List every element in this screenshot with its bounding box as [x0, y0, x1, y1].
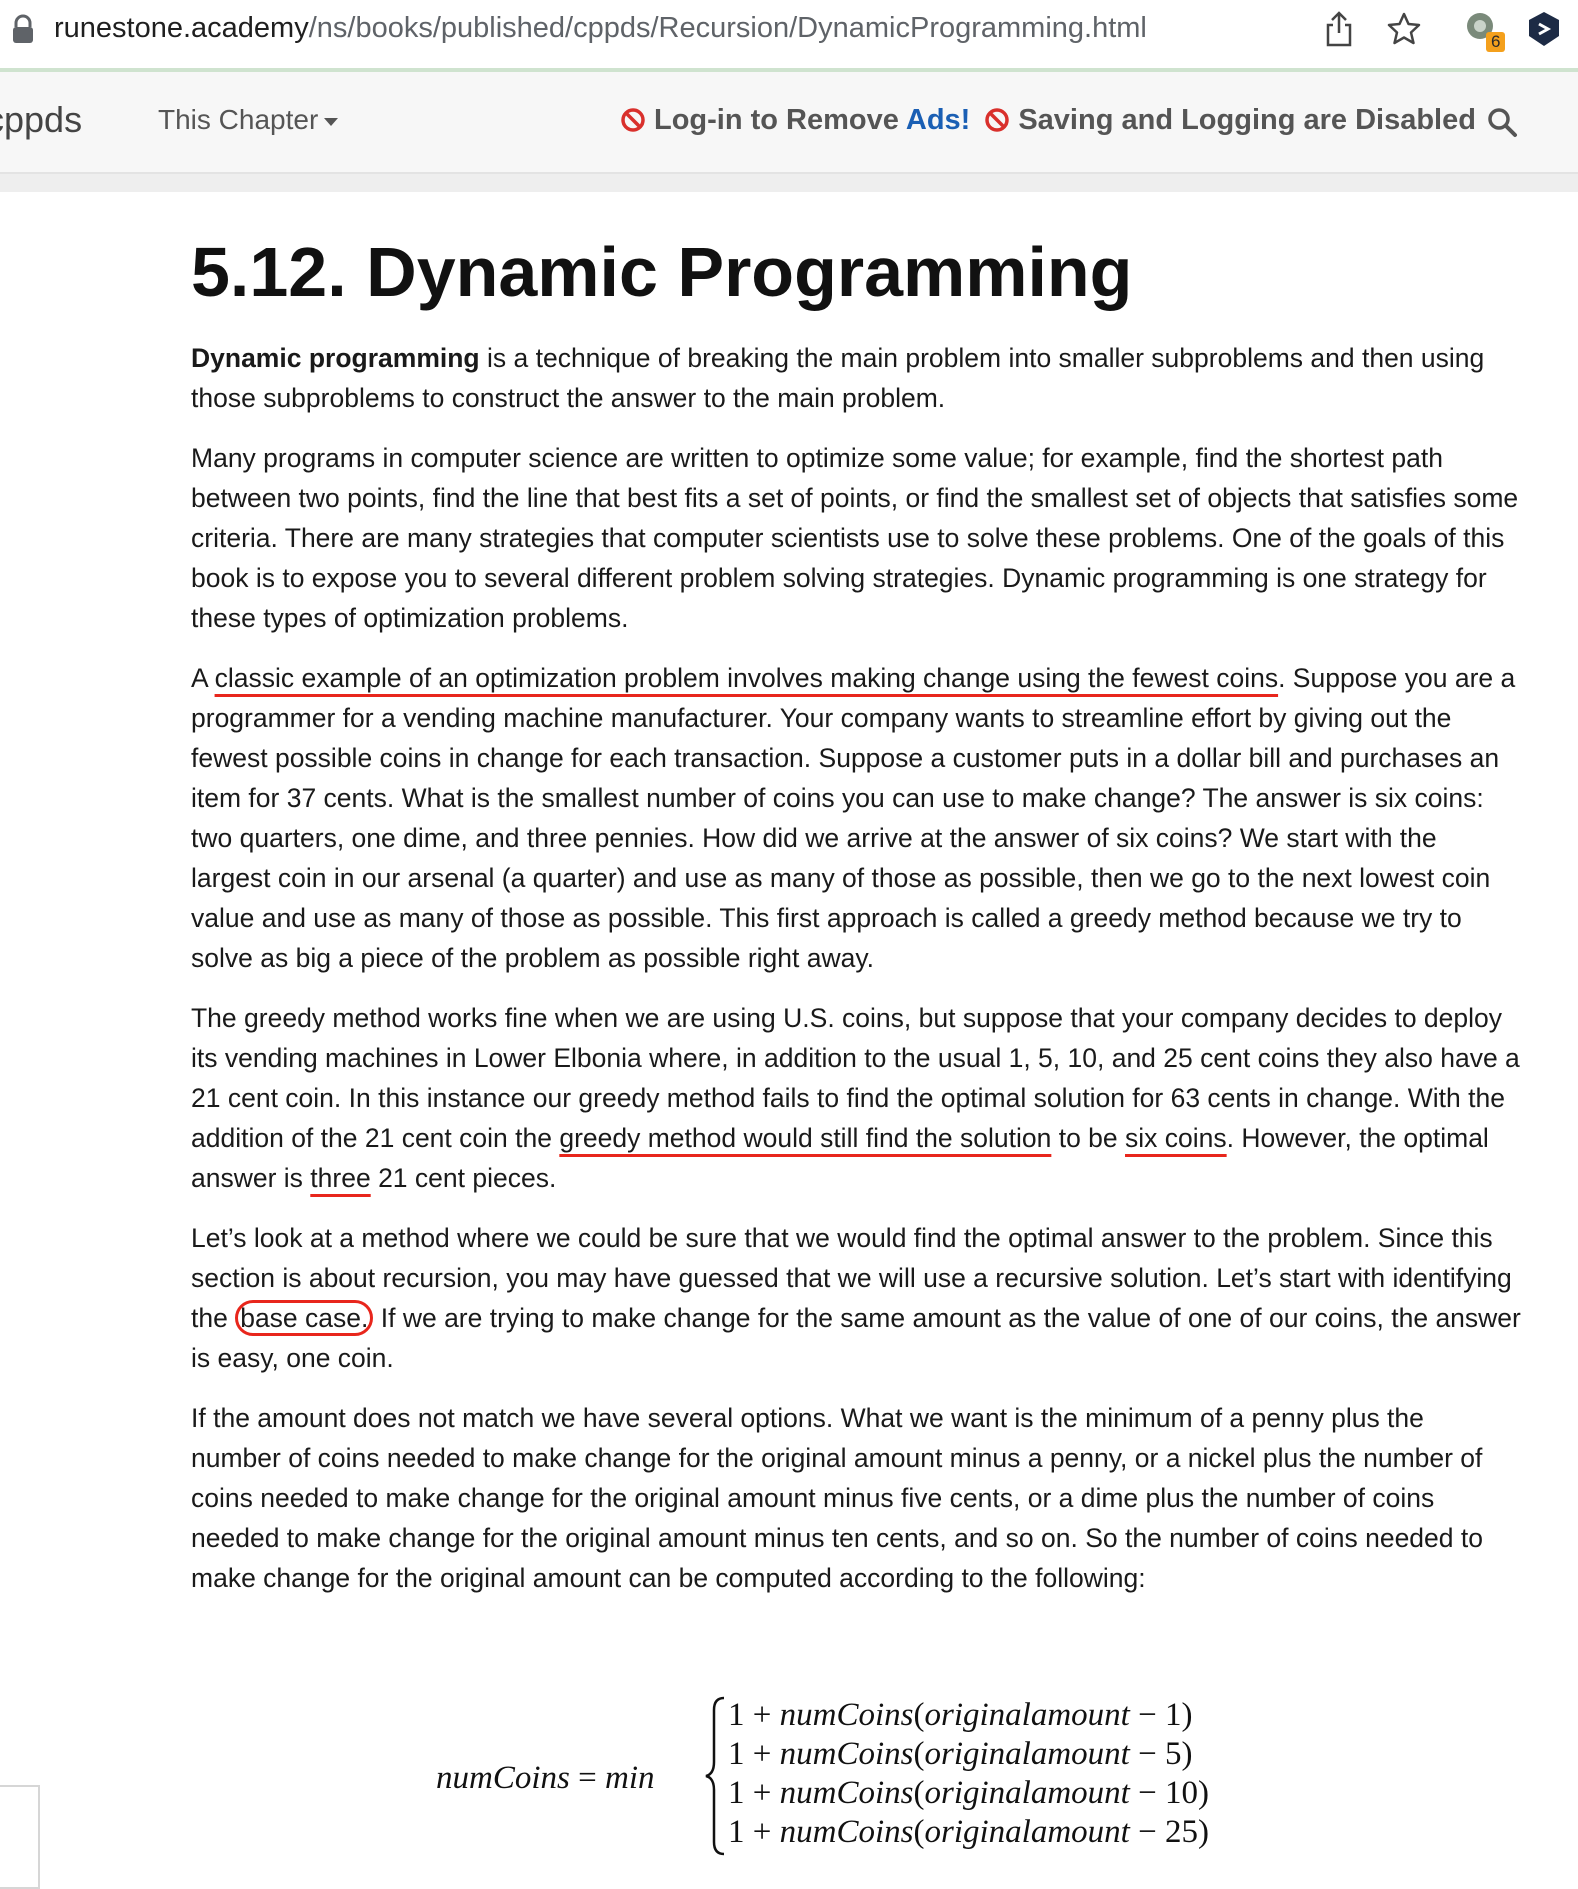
- nav-divider: [0, 174, 1578, 192]
- paragraph-intro: Dynamic programming is a technique of br…: [191, 343, 1485, 413]
- bookmark-star-icon[interactable]: [1384, 9, 1424, 54]
- annotation-underline: classic example of an optimization probl…: [214, 663, 1279, 693]
- extension-badge: 6: [1486, 32, 1506, 52]
- equation-case-row: 1 + numCoins(originalamount − 1): [728, 1697, 1193, 1733]
- ban-icon: [985, 108, 1010, 132]
- paragraph-coin-example: A classic example of an optimization pro…: [191, 663, 1516, 973]
- this-chapter-label: This Chapter: [158, 104, 319, 135]
- chevron-down-icon: [324, 117, 339, 126]
- extension-icon[interactable]: 6: [1464, 10, 1506, 54]
- site-navbar: cppds This Chapter Log-in to Remove Ads!…: [0, 72, 1578, 174]
- extension-shield-icon[interactable]: [1526, 10, 1562, 55]
- paragraph-base-case: Let’s look at a method where we could be…: [191, 1223, 1521, 1373]
- ads-notice: Log-in to Remove Ads! Saving and Logging…: [620, 102, 1476, 138]
- search-icon[interactable]: [1486, 106, 1518, 143]
- article-content: 5.12. Dynamic Programming Dynamic progra…: [191, 192, 1521, 1618]
- site-brand[interactable]: cppds: [0, 98, 82, 142]
- annotation-circle: base case.: [235, 1300, 374, 1336]
- paragraph-greedy-fails: The greedy method works fine when we are…: [191, 1003, 1520, 1193]
- browser-url-bar: runestone.academy/ns/books/published/cpp…: [0, 0, 1578, 72]
- side-panel-edge: [0, 1785, 40, 1889]
- annotation-underline: greedy method would still find the solut…: [559, 1123, 1052, 1153]
- saving-disabled-text: Saving and Logging are Disabled: [1018, 104, 1476, 136]
- share-icon[interactable]: [1322, 9, 1356, 54]
- equation-cases: 1 + numCoins(originalamount − 1) 1 + num…: [728, 1696, 1209, 1852]
- url-host: runestone.academy: [54, 12, 309, 44]
- left-brace-icon: [705, 1696, 725, 1856]
- ads-link[interactable]: Ads!: [906, 104, 970, 136]
- this-chapter-dropdown[interactable]: This Chapter: [158, 102, 339, 138]
- annotation-underline: three: [310, 1163, 371, 1193]
- equation-case-row: 1 + numCoins(originalamount − 25): [728, 1814, 1209, 1850]
- ban-icon: [621, 108, 645, 132]
- equation-case-row: 1 + numCoins(originalamount − 10): [728, 1775, 1209, 1811]
- equation-lhs: numCoins = min: [436, 1760, 655, 1796]
- equation-case-row: 1 + numCoins(originalamount − 5): [728, 1736, 1193, 1772]
- paragraph-options: If the amount does not match we have sev…: [191, 1403, 1483, 1593]
- address-bar-url[interactable]: runestone.academy/ns/books/published/cpp…: [54, 9, 1147, 47]
- lock-icon: [10, 14, 36, 51]
- term-dynamic-programming: Dynamic programming: [191, 343, 480, 373]
- login-notice-text: Log-in to Remove: [654, 104, 899, 136]
- annotation-underline: six coins: [1125, 1123, 1227, 1153]
- url-path: /ns/books/published/cppds/Recursion/Dyna…: [308, 12, 1147, 44]
- paragraph-optimization: Many programs in computer science are wr…: [191, 443, 1519, 633]
- page-title: 5.12. Dynamic Programming: [191, 233, 1133, 311]
